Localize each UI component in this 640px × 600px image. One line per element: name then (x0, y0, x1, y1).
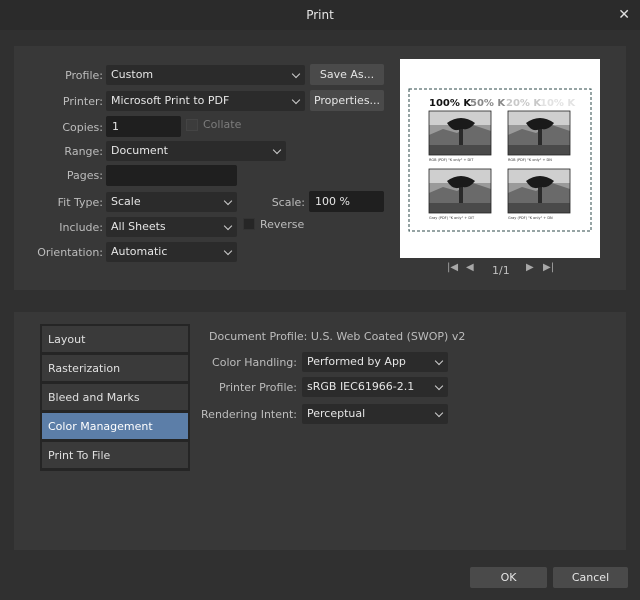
first-page-icon[interactable]: |◀ (447, 262, 458, 273)
profile-select[interactable]: Custom (106, 65, 305, 85)
preview-image (508, 111, 570, 155)
scale-label: Scale: (271, 196, 305, 209)
prev-page-icon[interactable]: ◀ (466, 262, 474, 273)
printer-value: Microsoft Print to PDF (111, 94, 230, 107)
orientation-select[interactable]: Automatic (106, 242, 237, 262)
fit-type-select[interactable]: Scale (106, 192, 237, 212)
printer-profile-value: sRGB IEC61966-2.1 (307, 380, 415, 393)
collate-checkbox[interactable] (186, 119, 198, 131)
sidebar-item-bleed-and-marks[interactable]: Bleed and Marks (42, 384, 188, 410)
orientation-value: Automatic (111, 245, 168, 258)
chevron-down-icon (434, 408, 444, 418)
preview-caption: RGB (PDF) "K only" + DIT (429, 158, 474, 162)
fit-type-value: Scale (111, 195, 141, 208)
cancel-button[interactable]: Cancel (553, 567, 628, 588)
include-value: All Sheets (111, 220, 166, 233)
preview-caption: Gray (PDF) "K only" + DN (508, 216, 553, 220)
properties-button[interactable]: Properties... (310, 90, 384, 111)
print-preview: 100% K 50% K 20% K 10% K RGB (PDF) "K on… (400, 59, 600, 258)
tone-10k: 10% K (540, 98, 576, 109)
ok-button[interactable]: OK (470, 567, 547, 588)
page-indicator: 1/1 (492, 264, 510, 277)
reverse-checkbox[interactable] (243, 218, 255, 230)
copies-label: Copies: (62, 121, 103, 134)
reverse-label: Reverse (260, 218, 305, 231)
profile-label: Profile: (65, 69, 103, 82)
printer-profile-select[interactable]: sRGB IEC61966-2.1 (302, 377, 448, 397)
options-sidebar: Layout Rasterization Bleed and Marks Col… (40, 324, 190, 471)
tone-100k: 100% K (429, 98, 472, 109)
chevron-down-icon (291, 69, 301, 79)
color-handling-value: Performed by App (307, 355, 406, 368)
sidebar-item-rasterization[interactable]: Rasterization (42, 355, 188, 381)
preview-image (508, 169, 570, 213)
sidebar-item-layout[interactable]: Layout (42, 326, 188, 352)
chevron-down-icon (223, 246, 233, 256)
range-select[interactable]: Document (106, 141, 286, 161)
chevron-down-icon (434, 356, 444, 366)
chevron-down-icon (291, 95, 301, 105)
range-label: Range: (64, 145, 103, 158)
fit-type-label: Fit Type: (57, 196, 103, 209)
preview-caption: RGB (PDF) "K only" + DN (508, 158, 552, 162)
pages-label: Pages: (66, 169, 103, 182)
preview-image (429, 111, 491, 155)
title-bar: Print ✕ (0, 0, 640, 30)
scale-input[interactable]: 100 % (309, 191, 384, 212)
sidebar-item-color-management[interactable]: Color Management (42, 413, 188, 439)
preview-caption: Gray (PDF) "K only" + DIT (429, 216, 475, 220)
tone-20k: 20% K (506, 98, 542, 109)
sidebar-item-print-to-file[interactable]: Print To File (42, 442, 188, 468)
chevron-down-icon (434, 381, 444, 391)
chevron-down-icon (223, 221, 233, 231)
next-page-icon[interactable]: ▶ (526, 262, 534, 273)
profile-value: Custom (111, 68, 154, 81)
range-value: Document (111, 144, 168, 157)
printer-label: Printer: (62, 95, 103, 108)
rendering-intent-select[interactable]: Perceptual (302, 404, 448, 424)
collate-label: Collate (203, 118, 242, 131)
document-profile-text: Document Profile: U.S. Web Coated (SWOP)… (209, 330, 466, 343)
preview-page: 100% K 50% K 20% K 10% K RGB (PDF) "K on… (408, 88, 592, 232)
copies-input[interactable]: 1 (106, 116, 181, 137)
printer-select[interactable]: Microsoft Print to PDF (106, 91, 305, 111)
include-label: Include: (59, 221, 103, 234)
close-icon[interactable]: ✕ (618, 7, 630, 23)
window-title: Print (306, 8, 334, 22)
include-select[interactable]: All Sheets (106, 217, 237, 237)
pages-input[interactable] (106, 165, 237, 186)
tone-50k: 50% K (470, 98, 506, 109)
last-page-icon[interactable]: ▶| (543, 262, 554, 273)
rendering-intent-label: Rendering Intent: (201, 408, 297, 421)
orientation-label: Orientation: (37, 246, 103, 259)
color-handling-label: Color Handling: (212, 356, 297, 369)
chevron-down-icon (272, 145, 282, 155)
printer-profile-label: Printer Profile: (219, 381, 297, 394)
preview-image (429, 169, 491, 213)
save-as-button[interactable]: Save As... (310, 64, 384, 85)
chevron-down-icon (223, 196, 233, 206)
rendering-intent-value: Perceptual (307, 407, 366, 420)
color-handling-select[interactable]: Performed by App (302, 352, 448, 372)
